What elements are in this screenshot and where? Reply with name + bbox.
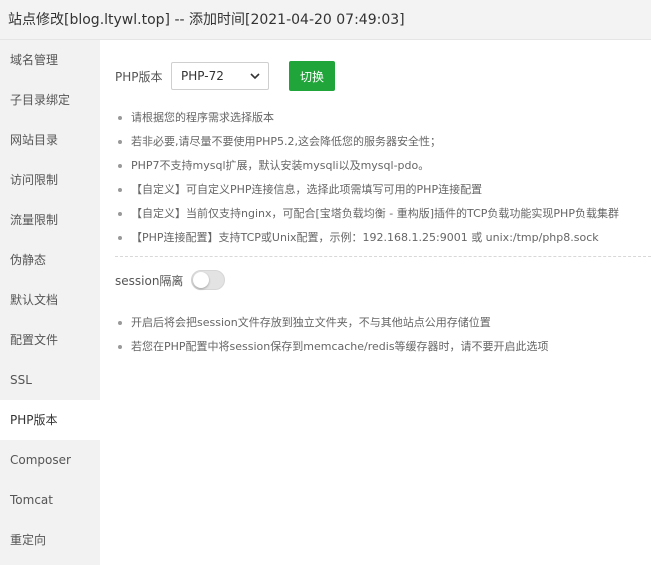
list-item: 若非必要,请尽量不要使用PHP5.2,这会降低您的服务器安全性； [115,130,651,154]
sidebar-item-rewrite[interactable]: 伪静态 [0,240,100,280]
switch-button[interactable]: 切换 [289,61,335,91]
sidebar-item-default-document[interactable]: 默认文档 [0,280,100,320]
sidebar-item-access-limit[interactable]: 访问限制 [0,160,100,200]
sidebar-item-php-version[interactable]: PHP版本 [0,400,100,440]
session-notes-list: 开启后将会把session文件存放到独立文件夹，不与其他站点公用存储位置 若您在… [115,311,651,359]
sidebar-item-tomcat[interactable]: Tomcat [0,480,100,520]
window-title: 站点修改[blog.ltywl.top] -- 添加时间[2021-04-20 … [0,0,651,40]
list-item: 开启后将会把session文件存放到独立文件夹，不与其他站点公用存储位置 [115,311,651,335]
sidebar-item-config-file[interactable]: 配置文件 [0,320,100,360]
session-isolation-row: session隔离 [115,269,226,291]
list-item: 【自定义】可自定义PHP连接信息，选择此项需填写可用的PHP连接配置 [115,178,651,202]
php-version-label: PHP版本 [115,69,163,84]
toggle-knob [193,272,210,288]
php-version-select[interactable]: PHP-72 [171,62,269,90]
sidebar-item-composer[interactable]: Composer [0,440,100,480]
list-item: 请根据您的程序需求选择版本 [115,106,651,130]
sidebar-item-subdir-binding[interactable]: 子目录绑定 [0,80,100,120]
session-isolation-label: session隔离 [115,273,184,288]
php-version-selected: PHP-72 [181,69,224,83]
divider [115,256,651,257]
session-isolation-toggle[interactable] [191,270,226,290]
php-version-row: PHP版本 PHP-72 切换 [115,61,335,91]
sidebar: 域名管理 子目录绑定 网站目录 访问限制 流量限制 伪静态 默认文档 配置文件 … [0,40,100,565]
sidebar-item-site-directory[interactable]: 网站目录 [0,120,100,160]
list-item: 若您在PHP配置中将session保存到memcache/redis等缓存器时，… [115,335,651,359]
php-version-panel: PHP版本 PHP-72 切换 请根据您的程序需求选择版本 若非必要,请尽量不要… [100,40,651,565]
list-item: PHP7不支持mysql扩展，默认安装mysqli以及mysql-pdo。 [115,154,651,178]
sidebar-item-ssl[interactable]: SSL [0,360,100,400]
sidebar-item-domains[interactable]: 域名管理 [0,40,100,80]
php-notes-list: 请根据您的程序需求选择版本 若非必要,请尽量不要使用PHP5.2,这会降低您的服… [115,106,651,250]
list-item: 【PHP连接配置】支持TCP或Unix配置，示例：192.168.1.25:90… [115,226,651,250]
sidebar-item-traffic-limit[interactable]: 流量限制 [0,200,100,240]
list-item: 【自定义】当前仅支持nginx，可配合[宝塔负载均衡 - 重构版]插件的TCP负… [115,202,651,226]
chevron-down-icon [250,73,260,80]
sidebar-item-redirect[interactable]: 重定向 [0,520,100,560]
